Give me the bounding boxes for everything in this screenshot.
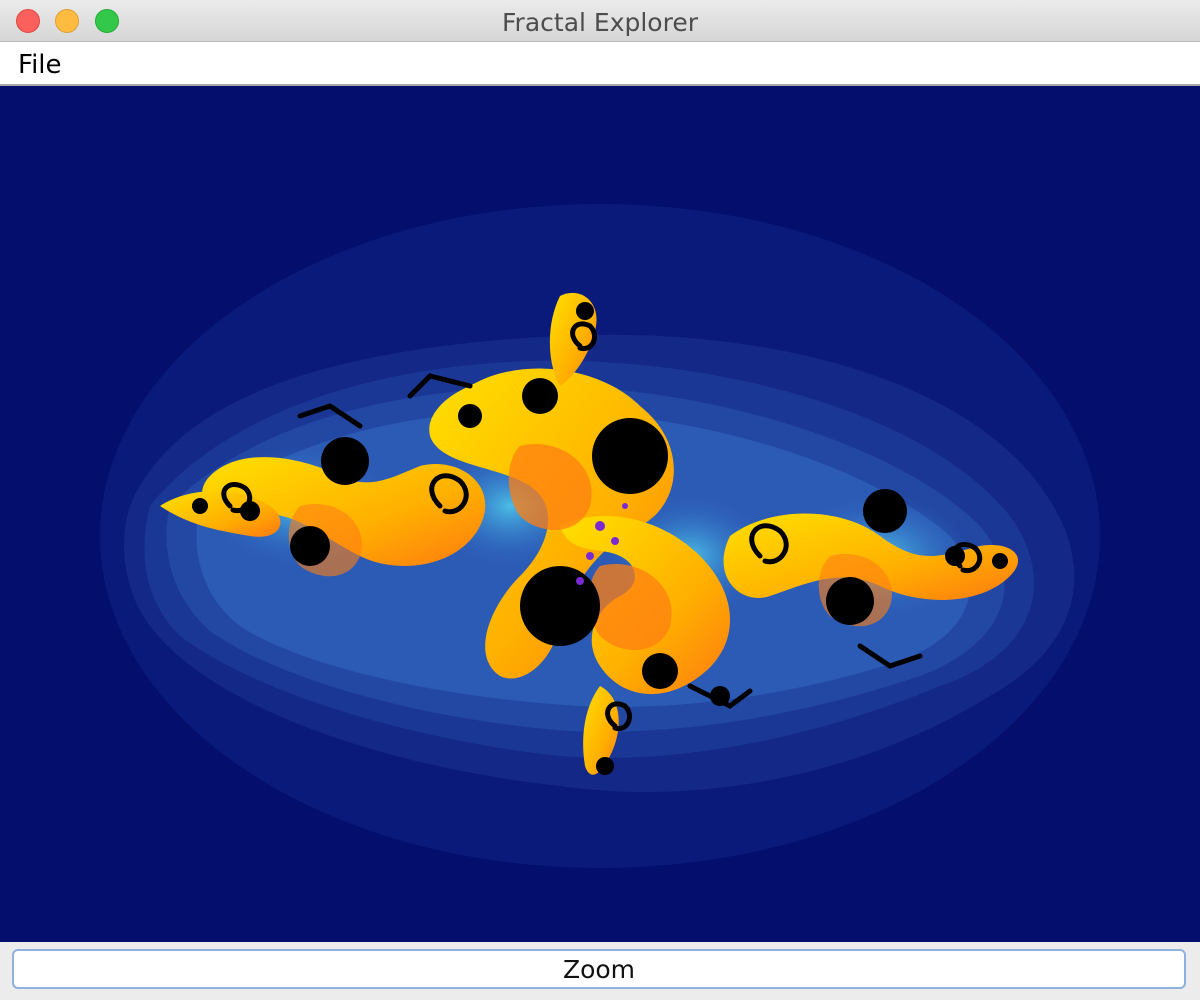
window-title: Fractal Explorer	[501, 8, 698, 37]
menu-file[interactable]: File	[18, 50, 62, 80]
control-panel: Zoom	[0, 942, 1200, 1000]
zoom-button[interactable]: Zoom	[12, 949, 1186, 989]
fractal-canvas[interactable]	[0, 86, 1200, 942]
title-bar: Fractal Explorer	[0, 0, 1200, 42]
menu-bar: File	[0, 42, 1200, 86]
fractal-image	[100, 204, 1100, 868]
